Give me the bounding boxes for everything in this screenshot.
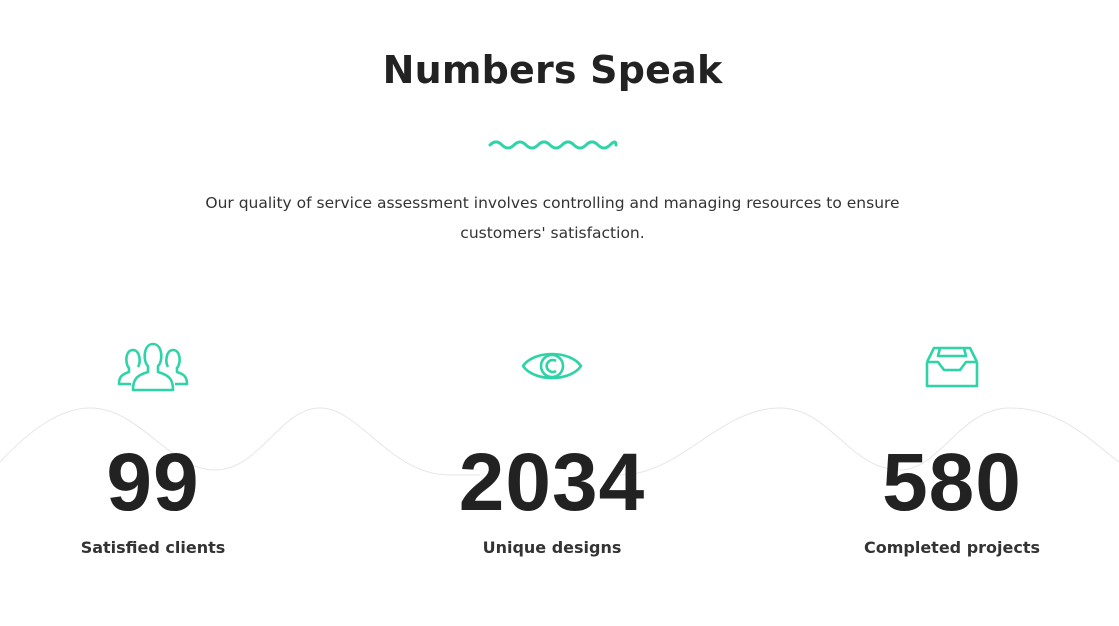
stat-value: 99 xyxy=(106,437,200,528)
inbox-icon xyxy=(925,346,979,388)
eye-icon xyxy=(521,352,583,380)
stat-label: Completed projects xyxy=(863,538,1041,557)
stat-unique-designs: 2034 Unique designs xyxy=(402,336,702,557)
stat-value: 580 xyxy=(882,437,1022,528)
stat-value: 2034 xyxy=(458,437,646,528)
users-icon xyxy=(117,342,189,392)
section-description: Our quality of service assessment involv… xyxy=(205,194,900,242)
wave-divider xyxy=(488,140,618,150)
stat-satisfied-clients: 99 Satisfied clients xyxy=(3,336,303,557)
section-title: Numbers Speak xyxy=(382,48,723,92)
stat-completed-projects: 580 Completed projects xyxy=(802,336,1102,557)
stat-label: Unique designs xyxy=(482,538,622,557)
numbers-section: Numbers Speak Our quality of service ass… xyxy=(0,0,1119,626)
stat-label: Satisfied clients xyxy=(80,538,226,557)
